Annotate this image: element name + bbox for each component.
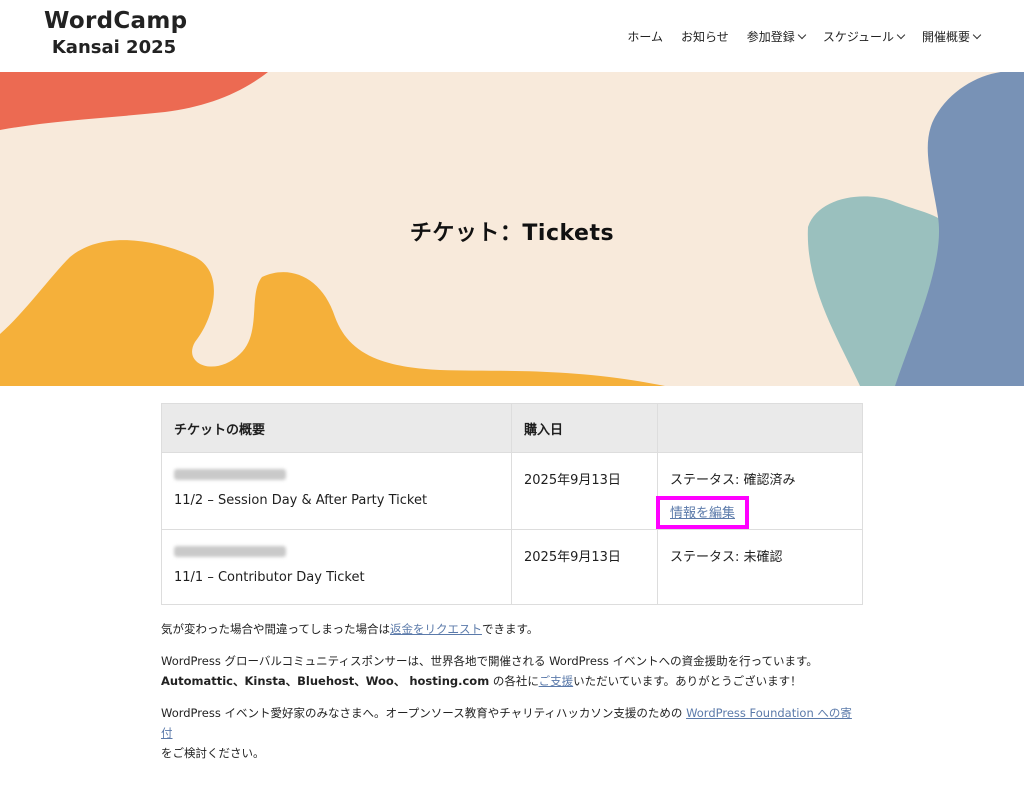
column-header-purchase-date: 購入日 xyxy=(511,403,658,453)
column-header-summary: チケットの概要 xyxy=(161,403,512,453)
sponsor-note: WordPress グローバルコミュニティスポンサーは、世界各地で開催される W… xyxy=(161,651,863,691)
chevron-down-icon xyxy=(797,30,807,40)
logo-line2: Kansai 2025 xyxy=(51,37,177,58)
sponsor-names: Automattic、Kinsta、Bluehost、Woo、 hosting.… xyxy=(161,674,490,688)
nav-item-schedule[interactable]: スケジュール xyxy=(822,28,906,45)
refund-text-after: できます。 xyxy=(481,622,539,636)
main-content: チケットの概要 購入日 11/2 – Session Day & After P… xyxy=(161,403,863,775)
donate-text-before: WordPress イベント愛好家のみなさまへ。オープンソース教育やチャリティハ… xyxy=(161,706,687,720)
sponsor-text-after: いただいています。ありがとうございます！ xyxy=(573,674,802,688)
status-cell: ステータス: 未確認 xyxy=(657,529,863,605)
nav-item-news[interactable]: お知らせ xyxy=(681,28,729,45)
blurred-attendee-name xyxy=(174,469,286,480)
purchase-date-cell: 2025年9月13日 xyxy=(511,452,658,530)
nav-item-label: 参加登録 xyxy=(746,30,795,44)
status-cell: ステータス: 確認済み 情報を編集 xyxy=(656,452,863,530)
table-row: 11/1 – Contributor Day Ticket 2025年9月13日… xyxy=(161,529,863,605)
blurred-attendee-name xyxy=(174,546,286,557)
ticket-summary-cell: 11/2 – Session Day & After Party Ticket xyxy=(161,452,512,530)
nav-item-about[interactable]: 開催概要 xyxy=(921,28,982,45)
column-header-actions xyxy=(657,403,863,453)
table-header-row: チケットの概要 購入日 xyxy=(161,403,863,453)
site-header: WordCamp Kansai 2025 ホーム お知らせ 参加登録 スケジュー… xyxy=(0,0,1024,72)
refund-text-before: 気が変わった場合や間違ってしまった場合は xyxy=(161,622,390,636)
table-row: 11/2 – Session Day & After Party Ticket … xyxy=(161,452,863,530)
nav-item-registration[interactable]: 参加登録 xyxy=(746,28,807,45)
ticket-summary-cell: 11/1 – Contributor Day Ticket xyxy=(161,529,512,605)
donate-note: WordPress イベント愛好家のみなさまへ。オープンソース教育やチャリティハ… xyxy=(161,703,863,763)
status-text: ステータス: 未確認 xyxy=(670,550,783,565)
notes-section: 気が変わった場合や間違ってしまった場合は返金をリクエストできます。 WordPr… xyxy=(161,619,863,763)
nav-item-label: ホーム xyxy=(627,30,664,44)
hero-blob-yellow xyxy=(0,240,665,386)
main-nav: ホーム お知らせ 参加登録 スケジュール 開催概要 xyxy=(627,28,982,45)
hero-blob-red xyxy=(0,72,268,130)
purchase-date-cell: 2025年9月13日 xyxy=(511,529,658,605)
ticket-name: 11/1 – Contributor Day Ticket xyxy=(174,570,365,585)
edit-info-link[interactable]: 情報を編集 xyxy=(656,496,750,529)
nav-item-home[interactable]: ホーム xyxy=(627,28,663,45)
nav-item-label: お知らせ xyxy=(681,30,729,44)
refund-note: 気が変わった場合や間違ってしまった場合は返金をリクエストできます。 xyxy=(161,619,863,639)
donate-text-after: をご検討ください。 xyxy=(161,746,265,760)
chevron-down-icon xyxy=(972,30,982,40)
sponsor-text-mid: の各社に xyxy=(489,674,539,688)
tickets-table: チケットの概要 購入日 11/2 – Session Day & After P… xyxy=(161,403,863,605)
ticket-name: 11/2 – Session Day & After Party Ticket xyxy=(174,493,428,508)
status-text: ステータス: 確認済み xyxy=(670,473,796,488)
logo-line1: WordCamp xyxy=(44,8,188,34)
refund-request-link[interactable]: 返金をリクエスト xyxy=(390,622,482,636)
sponsor-text-line1: WordPress グローバルコミュニティスポンサーは、世界各地で開催される W… xyxy=(161,654,818,668)
sponsor-support-link[interactable]: ご支援 xyxy=(539,674,574,688)
hero-banner: チケット：Tickets xyxy=(0,72,1024,386)
nav-item-label: スケジュール xyxy=(822,30,894,44)
nav-item-label: 開催概要 xyxy=(921,30,970,44)
site-logo[interactable]: WordCamp Kansai 2025 xyxy=(44,8,188,58)
page-title: チケット：Tickets xyxy=(409,221,615,246)
chevron-down-icon xyxy=(896,30,906,40)
